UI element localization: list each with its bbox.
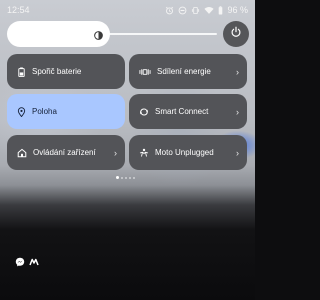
notification-icons[interactable]: [15, 254, 39, 272]
chevron-right-icon: ›: [236, 147, 239, 158]
power-icon: [230, 25, 242, 43]
chevron-right-icon: ›: [236, 66, 239, 77]
do-not-disturb-icon: [178, 6, 187, 15]
status-bar: 12:54 96 %: [0, 0, 255, 20]
vibrate-icon: [191, 6, 200, 15]
tile-location-label: Poloha: [32, 107, 57, 116]
person-meditate-icon: [139, 148, 149, 158]
chevron-right-icon: ›: [236, 106, 239, 117]
page-indicator[interactable]: [116, 176, 135, 179]
tile-device-control[interactable]: Ovládání zařízení ›: [7, 135, 125, 170]
tile-battery-saver-label: Spořič baterie: [32, 67, 82, 76]
page-dot[interactable]: [129, 176, 131, 179]
page-dot[interactable]: [116, 176, 119, 179]
home-icon: [17, 148, 27, 158]
tile-moto-unplugged[interactable]: Moto Unplugged ›: [129, 135, 247, 170]
app-m-icon[interactable]: [29, 254, 39, 272]
wifi-icon: [204, 6, 215, 15]
battery-percentage: 96 %: [227, 5, 248, 15]
tile-battery-saver[interactable]: Spořič baterie: [7, 54, 125, 89]
tile-moto-unplugged-label: Moto Unplugged: [155, 148, 214, 157]
tile-power-share[interactable]: Sdílení energie ›: [129, 54, 247, 89]
tile-device-control-label: Ovládání zařízení: [33, 148, 96, 157]
battery-icon: [218, 5, 223, 15]
page-dot[interactable]: [125, 176, 127, 179]
alarm-icon: [165, 6, 174, 15]
location-pin-icon: [17, 106, 26, 117]
power-share-icon: [139, 67, 151, 77]
tile-smart-connect-label: Smart Connect: [155, 107, 209, 116]
tile-location[interactable]: Poloha: [7, 94, 125, 129]
brightness-slider[interactable]: [7, 21, 248, 47]
tile-smart-connect[interactable]: Smart Connect ›: [129, 94, 247, 129]
sun-icon: [93, 28, 104, 46]
smart-connect-icon: [139, 107, 149, 117]
status-time: 12:54: [7, 5, 30, 15]
page-dot[interactable]: [121, 176, 123, 179]
messenger-icon[interactable]: [15, 254, 25, 272]
chevron-right-icon: ›: [114, 147, 117, 158]
status-icons: 96 %: [165, 5, 248, 15]
power-button[interactable]: [223, 21, 249, 47]
page-dot[interactable]: [133, 176, 135, 179]
brightness-track[interactable]: [107, 33, 217, 35]
tile-power-share-label: Sdílení energie: [157, 67, 211, 76]
battery-saver-icon: [17, 66, 26, 77]
